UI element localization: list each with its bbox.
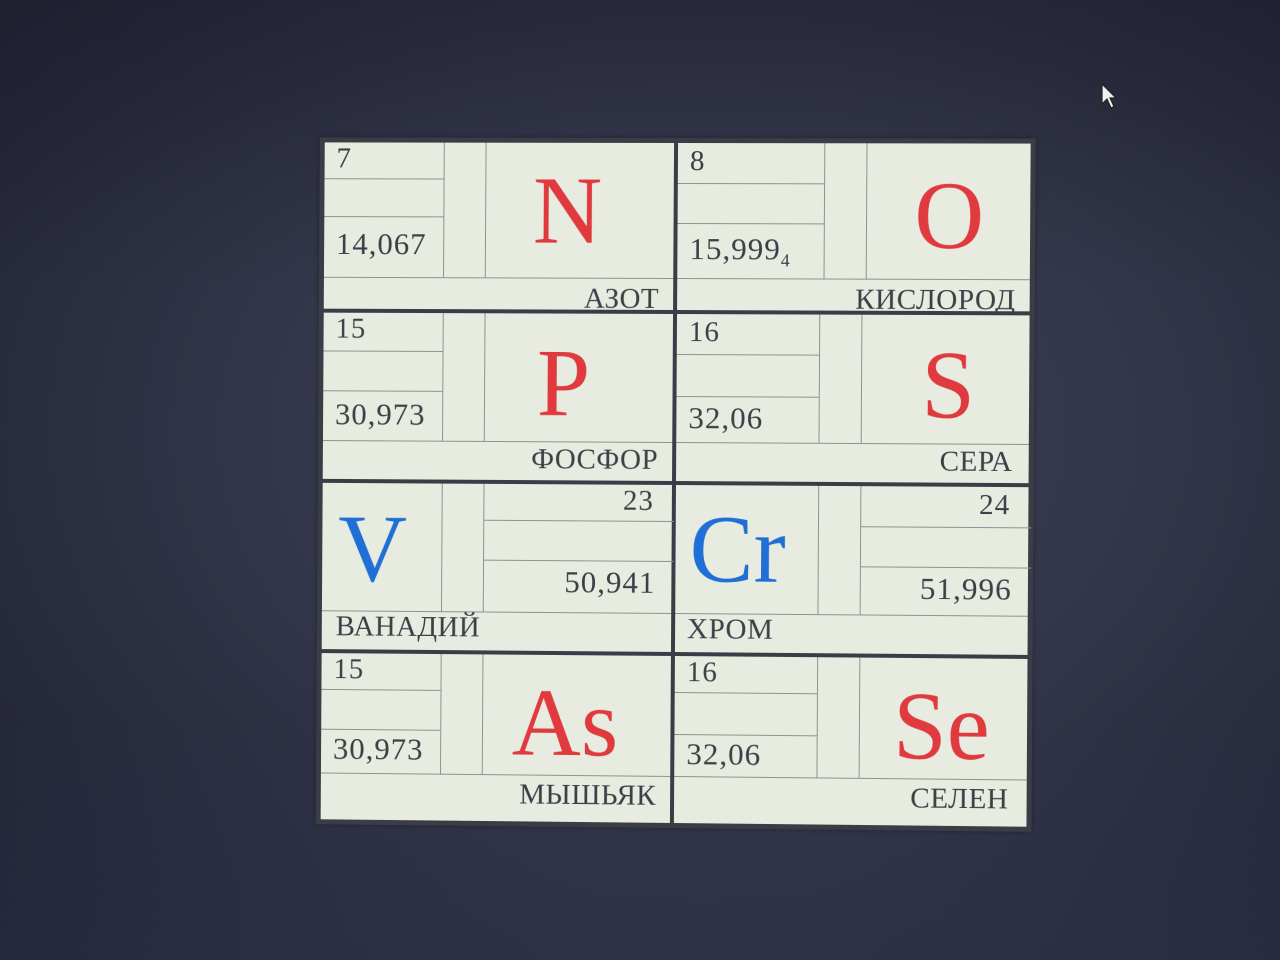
atomic-number: 15 [335,312,367,345]
atomic-number: 16 [688,316,721,349]
element-name: ВАНАДИЙ [335,610,481,644]
element-symbol: As [511,668,619,777]
atomic-number: 8 [689,145,706,178]
element-symbol: S [921,331,976,439]
periodic-table-fragment: 7 14,067 N АЗОТ 8 15,9994 O КИСЛОРОД 15 … [315,137,1036,832]
atomic-mass: 30,973 [334,396,426,432]
atomic-mass: 32,06 [688,400,764,436]
element-symbol: Cr [689,495,787,603]
element-cell-sulfur: 16 32,06 S СЕРА [674,312,1032,486]
element-symbol: Se [892,671,991,781]
element-symbol: N [532,156,603,264]
element-symbol: O [914,161,985,270]
atomic-number: 7 [336,142,353,175]
atomic-number: 24 [978,488,1011,522]
element-name: ХРОМ [687,613,774,646]
element-cell-oxygen: 8 15,9994 O КИСЛОРОД [675,140,1033,316]
atomic-mass: 32,06 [686,736,762,772]
element-name: СЕЛЕН [910,782,1009,816]
atomic-mass: 51,996 [919,570,1012,607]
atomic-mass: 50,941 [564,564,656,600]
element-cell-nitrogen: 7 14,067 N АЗОТ [321,140,677,315]
atomic-number: 16 [686,656,718,689]
element-cell-chromium: 24 51,996 Cr ХРОМ [672,483,1032,657]
element-symbol: V [337,494,408,602]
element-name: СЕРА [939,445,1013,479]
element-name: ФОСФОР [531,443,659,476]
atomic-mass: 30,973 [332,730,424,767]
element-name: МЫШЬЯК [519,778,657,812]
element-cell-selenium: 16 32,06 Se СЕЛЕН [671,653,1030,829]
element-cell-arsenic: 15 30,973 As МЫШЬЯК [318,651,673,825]
atomic-mass: 14,067 [335,226,427,262]
atomic-number: 23 [622,484,654,517]
element-symbol: P [536,329,591,437]
mouse-pointer-icon [1101,82,1118,109]
element-cell-phosphorus: 15 30,973 P ФОСФОР [320,310,676,483]
atomic-mass: 15,9994 [689,231,791,271]
element-cell-vanadium: 23 50,941 V ВАНАДИЙ [319,480,675,654]
atomic-number: 15 [333,653,365,686]
